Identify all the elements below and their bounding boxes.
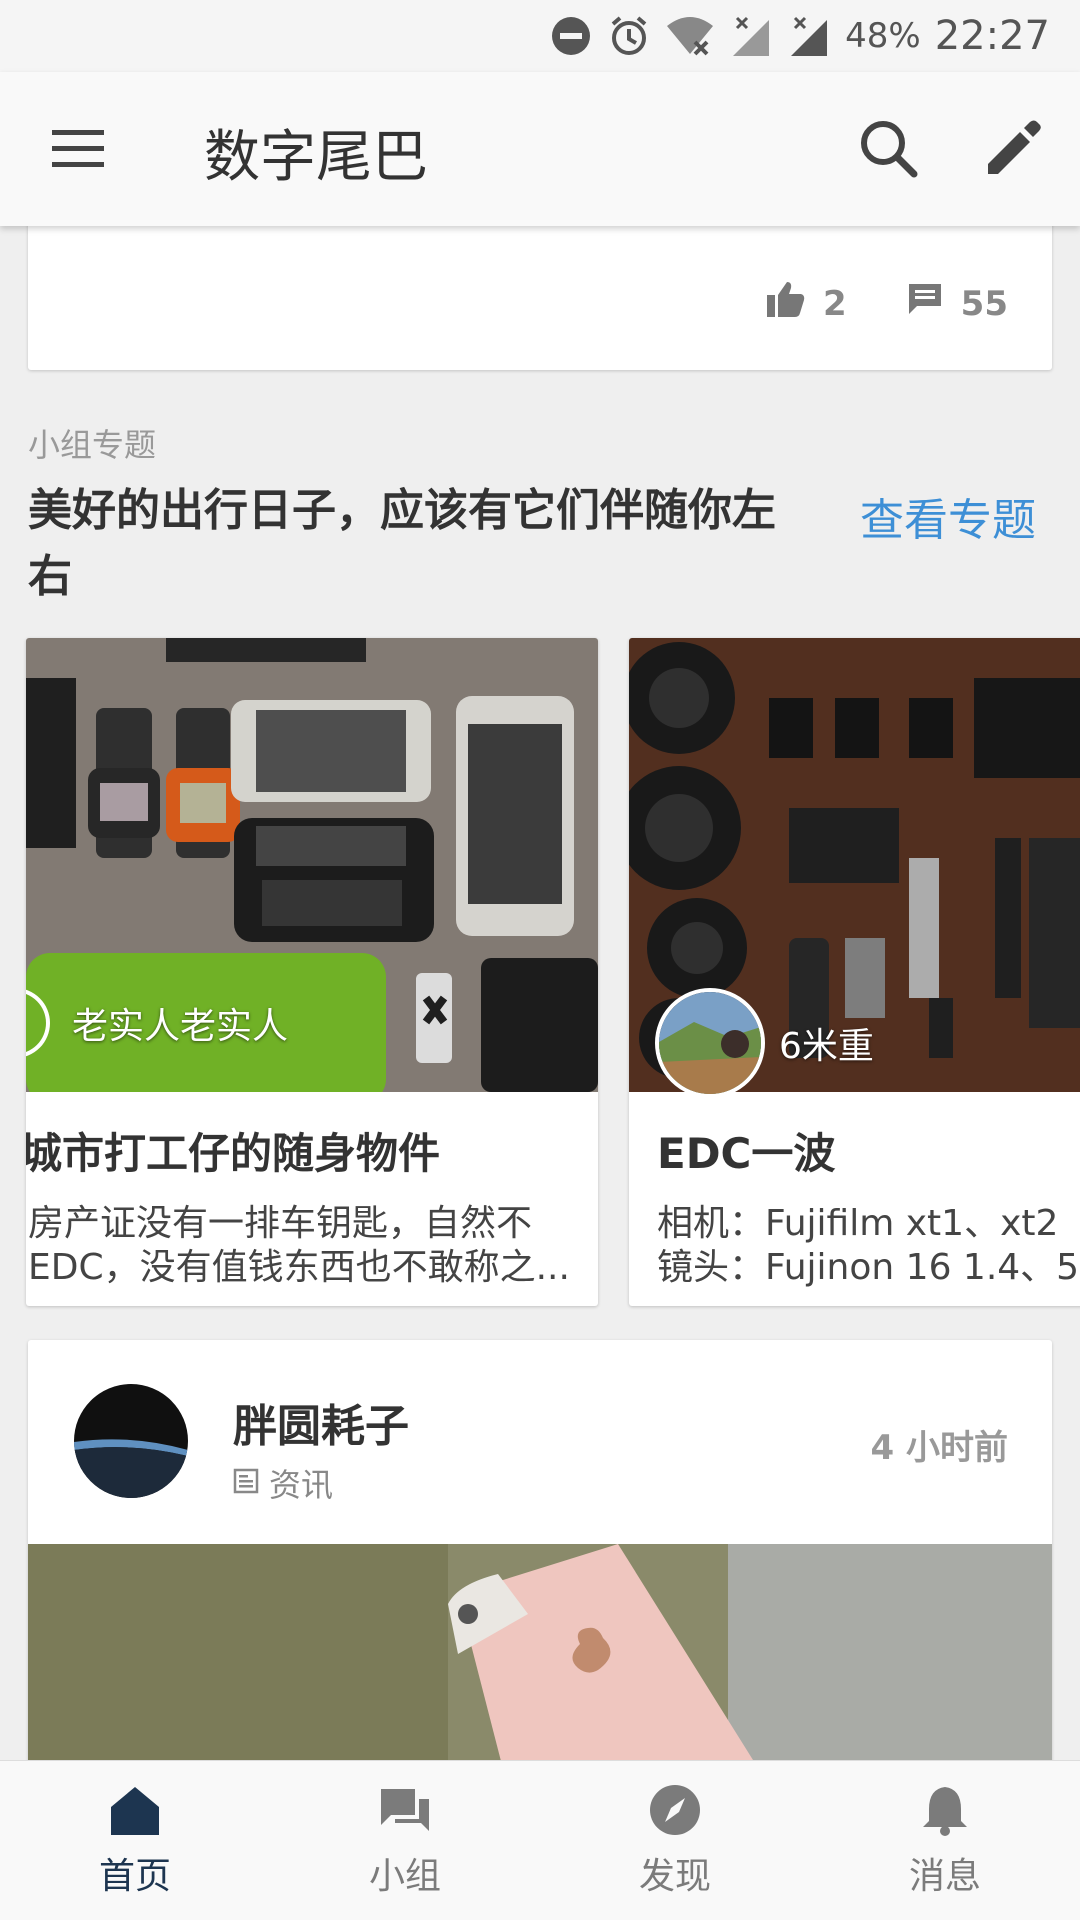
topic-card[interactable]: 6米重 EDC一波 相机：Fujifilm xt1、xt2 镜头：Fujinon… — [629, 638, 1080, 1306]
topic-card-author[interactable]: 老实人老实人 — [26, 988, 288, 1058]
post-category[interactable]: 资讯 — [233, 1460, 333, 1506]
topic-card-desc-line2: EDC，没有值钱东西也不敢称之... — [28, 1247, 570, 1288]
compass-icon — [647, 1783, 703, 1841]
topic-card-title: 城市打工仔的随身物件 — [26, 1129, 441, 1178]
section-title: 美好的出行日子，应该有它们伴随你左右 — [28, 485, 776, 602]
topic-card[interactable]: 老实人老实人 城市打工仔的随身物件 房产证没有一排车钥匙，自然不 EDC，没有值… — [26, 638, 598, 1306]
post-time: 4 小时前 — [870, 1428, 1009, 1468]
tab-home-label: 首页 — [98, 1856, 171, 1897]
tab-messages-label: 消息 — [908, 1856, 981, 1897]
signal-icon-2 — [787, 14, 831, 58]
tab-groups-label: 小组 — [368, 1856, 441, 1897]
post-author-name[interactable]: 胖圆耗子 — [233, 1390, 409, 1454]
bell-icon — [917, 1783, 973, 1841]
section-label: 小组专题 — [28, 426, 157, 464]
author-avatar[interactable] — [26, 988, 50, 1058]
status-bar: 48% 22:27 — [0, 0, 1080, 72]
thumb-up-icon[interactable] — [765, 280, 805, 327]
tab-messages[interactable]: 消息 — [810, 1761, 1080, 1920]
topic-card-desc-line1: 相机：Fujifilm xt1、xt2 — [657, 1203, 1059, 1244]
topic-card-desc-line2: 镜头：Fujinon 16 1.4、55- — [657, 1247, 1080, 1288]
comment-count: 55 — [960, 283, 1008, 324]
app-bar: 数字尾巴 — [0, 72, 1080, 226]
tab-groups[interactable]: 小组 — [270, 1761, 540, 1920]
alarm-icon — [607, 14, 651, 58]
article-icon — [233, 1464, 259, 1502]
edit-icon[interactable] — [980, 116, 1044, 180]
view-topic-link[interactable]: 查看专题 — [860, 484, 1036, 548]
comment-icon[interactable] — [907, 282, 943, 325]
topic-card-desc-line1: 房产证没有一排车钥匙，自然不 — [28, 1203, 533, 1244]
battery-percent: 48% — [845, 16, 921, 56]
home-icon — [107, 1783, 163, 1841]
post-author-avatar[interactable] — [74, 1384, 188, 1498]
post-category-label: 资讯 — [269, 1466, 334, 1504]
tab-discover-label: 发现 — [638, 1856, 711, 1897]
bottom-nav: 首页 小组 发现 消息 — [0, 1760, 1080, 1920]
chat-icon — [377, 1783, 433, 1841]
tab-home[interactable]: 首页 — [0, 1761, 270, 1920]
search-icon[interactable] — [856, 116, 920, 180]
author-name: 老实人老实人 — [72, 1006, 289, 1047]
author-avatar[interactable] — [655, 988, 765, 1098]
do-not-disturb-icon — [549, 14, 593, 58]
tab-discover[interactable]: 发现 — [540, 1761, 810, 1920]
clock: 22:27 — [934, 13, 1050, 59]
like-count: 2 — [823, 283, 847, 324]
menu-icon[interactable] — [48, 122, 108, 176]
app-title: 数字尾巴 — [204, 125, 428, 190]
signal-icon-1 — [729, 14, 773, 58]
topic-card-author[interactable]: 6米重 — [655, 988, 874, 1098]
wifi-icon — [665, 14, 715, 58]
author-name: 6米重 — [779, 1026, 874, 1067]
topic-card-title: EDC一波 — [657, 1129, 836, 1178]
